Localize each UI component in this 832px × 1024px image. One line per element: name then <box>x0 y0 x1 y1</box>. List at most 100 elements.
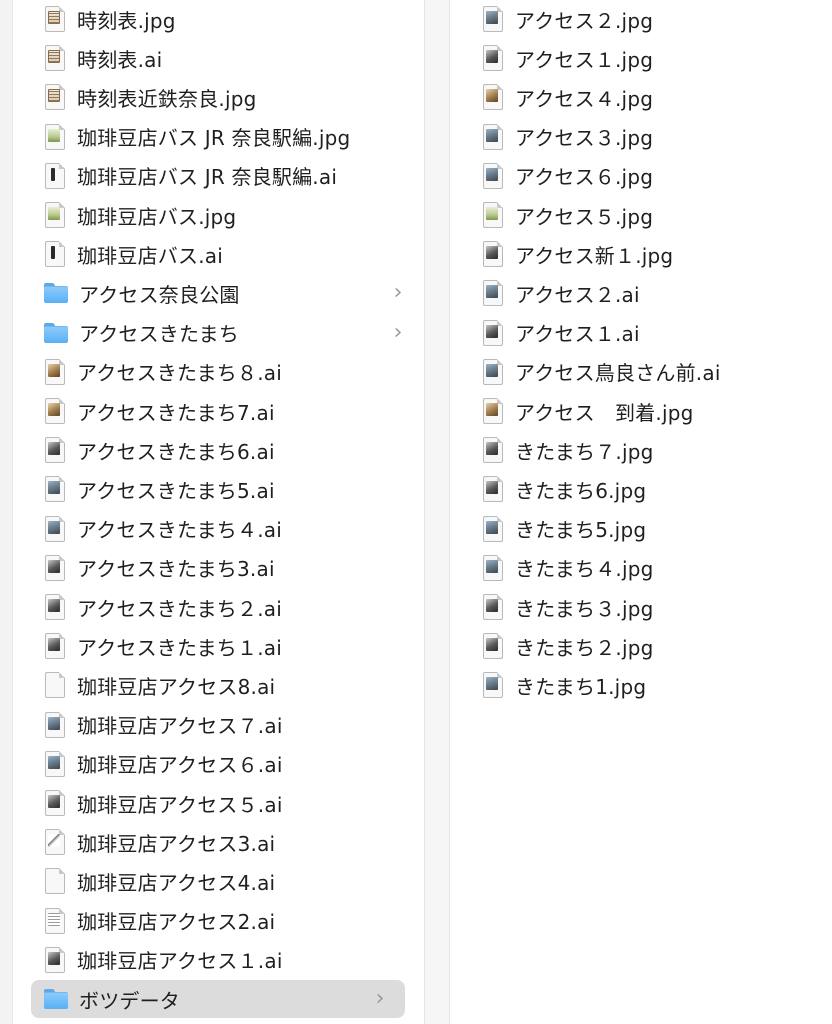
file-row[interactable]: アクセス３.jpg <box>449 118 832 156</box>
file-thumbnail-icon <box>43 475 67 503</box>
file-row[interactable]: 珈琲豆店バス.ai <box>13 235 423 273</box>
file-row[interactable]: アクセスきたまち２.ai <box>13 588 423 626</box>
file-thumbnail-icon <box>43 593 67 621</box>
item-name: アクセス３.jpg <box>515 126 654 151</box>
file-thumbnail-icon <box>43 5 67 33</box>
finder-column-right[interactable]: アクセス２.jpg アクセス１.jpg アクセス４.jpg アクセス３.jpg アクセス… <box>449 0 832 1024</box>
file-row[interactable]: 珈琲豆店アクセス8.ai <box>13 666 423 704</box>
file-row[interactable]: 珈琲豆店バス JR 奈良駅編.jpg <box>13 118 423 156</box>
file-row[interactable]: 時刻表近鉄奈良.jpg <box>13 78 423 116</box>
file-row[interactable]: きたまち２.jpg <box>449 627 832 665</box>
item-name: きたまち３.jpg <box>515 596 654 621</box>
file-row[interactable]: きたまち1.jpg <box>449 666 832 704</box>
file-row[interactable]: アクセス４.jpg <box>449 78 832 116</box>
item-name: 時刻表.jpg <box>77 8 176 33</box>
item-name: 珈琲豆店アクセス７.ai <box>77 714 283 739</box>
item-name: アクセスきたまち１.ai <box>77 635 282 660</box>
file-row[interactable]: アクセス２.jpg <box>449 0 832 38</box>
item-name: 珈琲豆店バス JR 奈良駅編.jpg <box>77 126 351 151</box>
chevron-right-icon: › <box>375 986 385 1011</box>
item-name: アクセス鳥良さん前.ai <box>515 361 721 386</box>
file-row[interactable]: アクセス 到着.jpg <box>449 392 832 430</box>
item-name: アクセスきたまち7.ai <box>77 400 275 425</box>
file-thumbnail-icon <box>43 907 67 935</box>
file-thumbnail-icon <box>43 44 67 72</box>
finder-column-left[interactable]: 時刻表.jpg 時刻表.ai 時刻表近鉄奈良.jpg 珈琲豆店バス JR 奈良駅編.j… <box>13 0 423 1024</box>
folder-row[interactable]: ボツデータ › <box>31 980 405 1018</box>
file-thumbnail-icon <box>43 240 67 268</box>
file-thumbnail-icon <box>481 397 505 425</box>
item-name: きたまち２.jpg <box>515 635 654 660</box>
item-name: 珈琲豆店アクセス１.ai <box>77 949 283 974</box>
file-row[interactable]: 時刻表.ai <box>13 39 423 77</box>
file-thumbnail-icon <box>43 828 67 856</box>
file-thumbnail-icon <box>481 83 505 111</box>
file-row[interactable]: アクセス５.jpg <box>449 196 832 234</box>
item-name: 珈琲豆店バス.jpg <box>77 204 237 229</box>
file-row[interactable]: 珈琲豆店バス JR 奈良駅編.ai <box>13 157 423 195</box>
file-thumbnail-icon <box>481 319 505 347</box>
file-thumbnail-icon <box>481 358 505 386</box>
file-row[interactable]: 珈琲豆店アクセス６.ai <box>13 745 423 783</box>
item-name: 珈琲豆店バス JR 奈良駅編.ai <box>77 165 338 190</box>
file-row[interactable]: アクセス１.ai <box>449 314 832 352</box>
file-thumbnail-icon <box>481 123 505 151</box>
file-row[interactable]: アクセスきたまち１.ai <box>13 627 423 665</box>
item-name: きたまち5.jpg <box>515 518 647 543</box>
item-name: アクセス６.jpg <box>515 165 654 190</box>
file-thumbnail-icon <box>481 201 505 229</box>
folder-icon <box>43 988 69 1010</box>
file-row[interactable]: アクセスきたまち４.ai <box>13 510 423 548</box>
file-row[interactable]: アクセスきたまち5.ai <box>13 470 423 508</box>
file-row[interactable]: アクセス新１.jpg <box>449 235 832 273</box>
file-thumbnail-icon <box>43 515 67 543</box>
item-name: 珈琲豆店アクセス3.ai <box>77 831 276 856</box>
item-name: 珈琲豆店アクセス4.ai <box>77 870 276 895</box>
file-thumbnail-icon <box>43 162 67 190</box>
item-name: アクセス２.ai <box>515 282 640 307</box>
file-row[interactable]: 珈琲豆店バス.jpg <box>13 196 423 234</box>
file-row[interactable]: アクセスきたまち6.ai <box>13 431 423 469</box>
item-name: ボツデータ <box>79 988 180 1013</box>
file-row[interactable]: 珈琲豆店アクセス4.ai <box>13 862 423 900</box>
file-row[interactable]: きたまち３.jpg <box>449 588 832 626</box>
item-name: アクセスきたまち3.ai <box>77 557 275 582</box>
column-divider[interactable] <box>424 0 450 1024</box>
file-thumbnail-icon <box>481 44 505 72</box>
file-row[interactable]: アクセスきたまち3.ai <box>13 549 423 587</box>
file-row[interactable]: きたまち5.jpg <box>449 510 832 548</box>
file-row[interactable]: 珈琲豆店アクセス2.ai <box>13 902 423 940</box>
item-name: アクセスきたまち２.ai <box>77 596 282 621</box>
file-thumbnail-icon <box>43 711 67 739</box>
item-name: 珈琲豆店アクセス2.ai <box>77 910 276 935</box>
file-row[interactable]: アクセスきたまち８.ai <box>13 353 423 391</box>
file-thumbnail-icon <box>481 554 505 582</box>
item-name: アクセス奈良公園 <box>79 282 240 307</box>
file-row[interactable]: きたまち７.jpg <box>449 431 832 469</box>
file-thumbnail-icon <box>43 436 67 464</box>
file-thumbnail-icon <box>43 201 67 229</box>
folder-icon <box>43 322 69 344</box>
item-name: 時刻表.ai <box>77 47 163 72</box>
file-row[interactable]: 珈琲豆店アクセス3.ai <box>13 823 423 861</box>
item-name: アクセスきたまち４.ai <box>77 518 282 543</box>
file-row[interactable]: アクセスきたまち7.ai <box>13 392 423 430</box>
file-row[interactable]: アクセス６.jpg <box>449 157 832 195</box>
item-name: 時刻表近鉄奈良.jpg <box>77 86 257 111</box>
item-name: アクセスきたまち８.ai <box>77 361 282 386</box>
folder-row[interactable]: アクセスきたまち › <box>13 314 423 352</box>
file-row[interactable]: アクセス１.jpg <box>449 39 832 77</box>
item-name: 珈琲豆店アクセス６.ai <box>77 753 283 778</box>
file-row[interactable]: 珈琲豆店アクセス７.ai <box>13 706 423 744</box>
folder-row[interactable]: アクセス奈良公園 › <box>13 274 423 312</box>
file-row[interactable]: 珈琲豆店アクセス５.ai <box>13 784 423 822</box>
file-row[interactable]: きたまち４.jpg <box>449 549 832 587</box>
item-name: アクセス新１.jpg <box>515 243 674 268</box>
file-row[interactable]: アクセス２.ai <box>449 274 832 312</box>
file-row[interactable]: きたまち6.jpg <box>449 470 832 508</box>
file-row[interactable]: アクセス鳥良さん前.ai <box>449 353 832 391</box>
item-name: きたまち6.jpg <box>515 478 647 503</box>
item-name: 珈琲豆店バス.ai <box>77 243 223 268</box>
file-row[interactable]: 珈琲豆店アクセス１.ai <box>13 941 423 979</box>
file-row[interactable]: 時刻表.jpg <box>13 0 423 38</box>
